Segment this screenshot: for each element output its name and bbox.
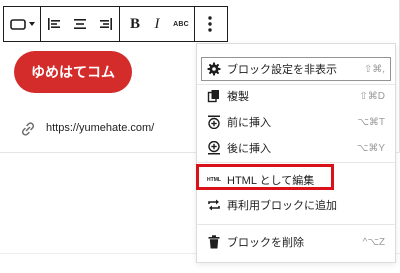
menu-item-insert-after[interactable]: 後に挿入 ⌥⌘Y xyxy=(197,136,395,160)
gear-icon xyxy=(206,61,222,77)
strikethrough-button[interactable]: ABC xyxy=(168,7,194,41)
italic-icon: I xyxy=(154,15,160,32)
menu-item-shortcut: ⌥⌘T xyxy=(357,116,385,128)
menu-item-shortcut: ^⌥Z xyxy=(362,236,385,248)
align-center-button[interactable] xyxy=(67,7,93,41)
alignment-group xyxy=(41,7,120,41)
block-toolbar: B I ABC xyxy=(3,6,228,42)
block-type-icon xyxy=(9,18,26,30)
menu-item-duplicate[interactable]: 複製 ⇧⌘D xyxy=(197,84,395,108)
more-options-icon xyxy=(208,16,212,32)
menu-separator xyxy=(197,224,395,225)
block-options-menu: ブロック設定を非表示 ⇧⌘, 複製 ⇧⌘D 前に挿入 ⌥⌘T 後に挿入 ⌥⌘Y … xyxy=(196,43,396,263)
align-right-button[interactable] xyxy=(93,7,119,41)
menu-item-label: 前に挿入 xyxy=(227,117,271,129)
menu-item-label: 複製 xyxy=(227,91,249,103)
menu-item-hide-block-settings[interactable]: ブロック設定を非表示 ⇧⌘, xyxy=(197,57,395,81)
menu-item-shortcut: ⌥⌘Y xyxy=(356,142,385,154)
chevron-down-icon xyxy=(28,22,35,26)
bold-button[interactable]: B xyxy=(124,7,146,41)
trash-icon xyxy=(206,234,222,250)
duplicate-icon xyxy=(206,88,222,104)
menu-item-remove-block[interactable]: ブロックを削除 ^⌥Z xyxy=(197,230,395,254)
insert-before-icon xyxy=(206,114,222,130)
bold-icon: B xyxy=(129,15,140,32)
menu-item-label: 後に挿入 xyxy=(227,143,271,155)
menu-item-label: 再利用ブロックに追加 xyxy=(227,200,337,212)
block-type-switcher[interactable] xyxy=(4,7,40,41)
italic-button[interactable]: I xyxy=(146,7,168,41)
menu-item-insert-before[interactable]: 前に挿入 ⌥⌘T xyxy=(197,110,395,134)
align-left-button[interactable] xyxy=(41,7,67,41)
menu-item-label: ブロック設定を非表示 xyxy=(227,64,337,76)
button-block[interactable]: ゆめはてコム xyxy=(14,51,132,93)
align-left-icon xyxy=(47,18,61,30)
menu-item-shortcut: ⇧⌘, xyxy=(363,63,385,75)
block-type-group xyxy=(4,7,41,41)
menu-separator xyxy=(197,162,395,163)
menu-item-shortcut: ⇧⌘D xyxy=(359,90,385,102)
menu-item-add-to-reusable[interactable]: 再利用ブロックに追加 xyxy=(197,193,395,217)
annotation-highlight-box xyxy=(196,164,334,190)
link-url-input[interactable]: https://yumehate.com/ xyxy=(46,122,154,134)
insert-after-icon xyxy=(206,140,222,156)
reusable-block-icon xyxy=(206,197,222,213)
menu-item-label: ブロックを削除 xyxy=(227,237,304,249)
align-center-icon xyxy=(73,18,87,30)
more-options-button[interactable] xyxy=(195,7,225,41)
link-icon xyxy=(20,121,36,137)
format-group: B I ABC xyxy=(120,7,195,41)
strikethrough-icon: ABC xyxy=(173,20,189,28)
align-right-icon xyxy=(99,18,113,30)
more-group xyxy=(195,7,225,41)
